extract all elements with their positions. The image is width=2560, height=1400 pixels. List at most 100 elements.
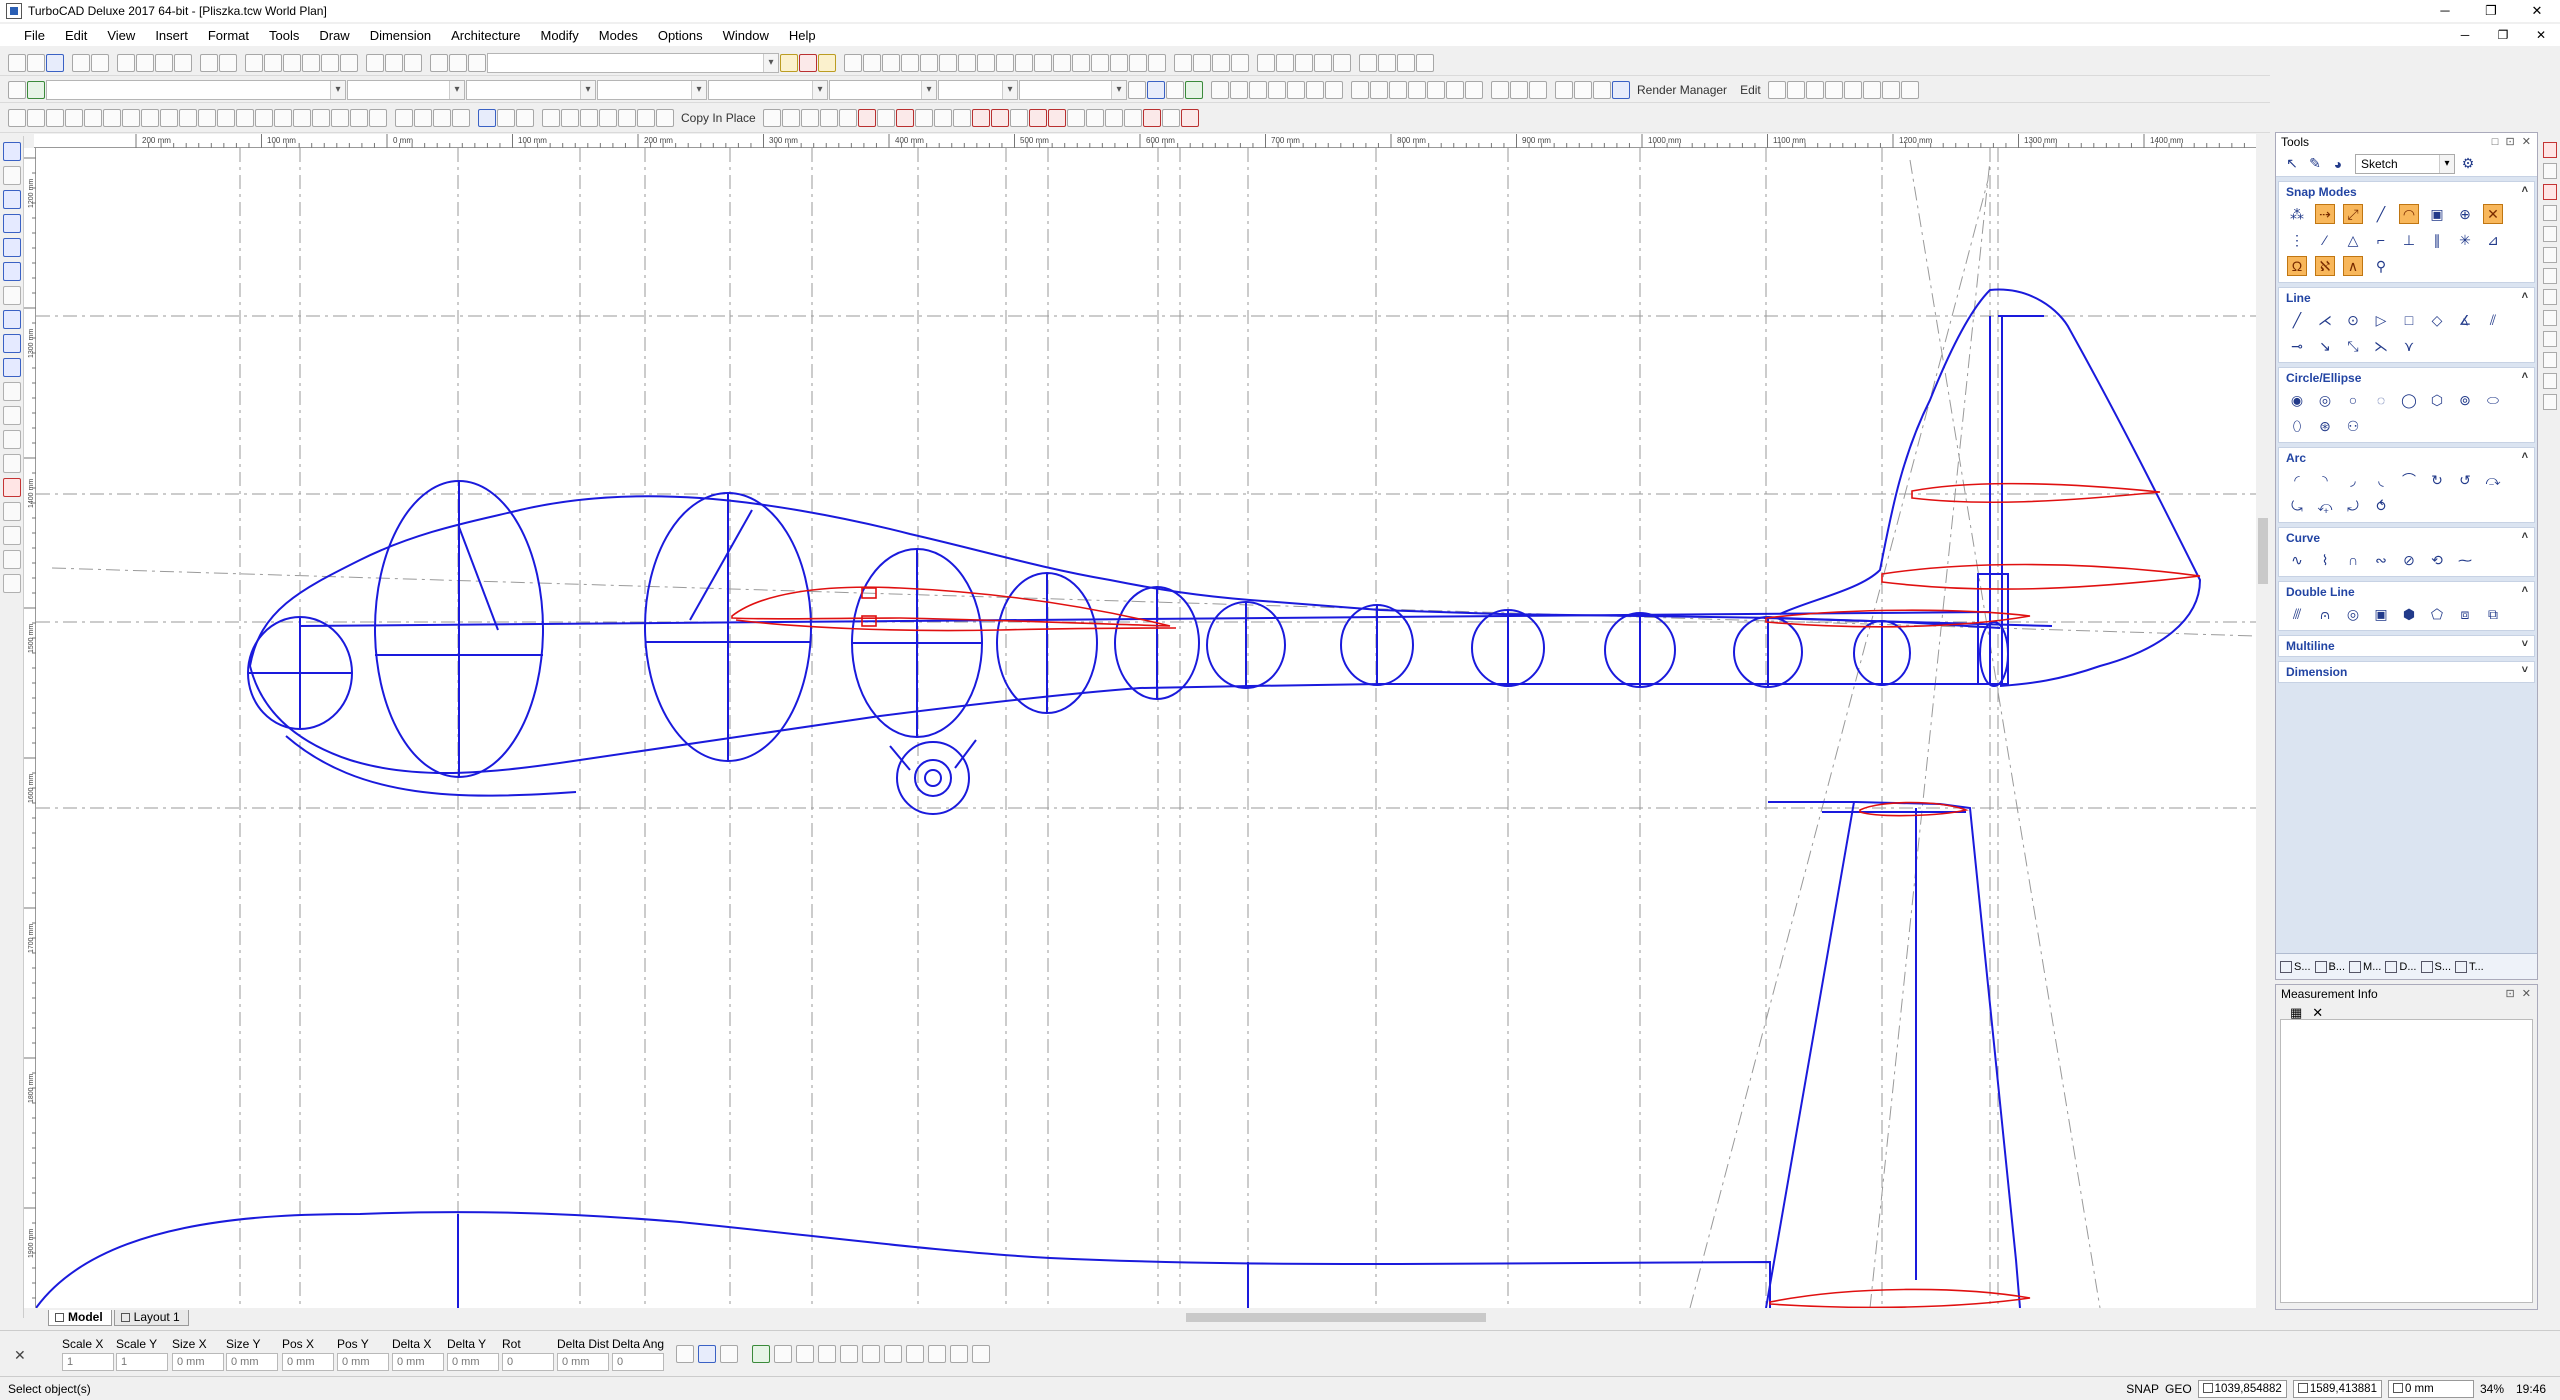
cut-icon[interactable] xyxy=(117,53,135,72)
snap-parallel-icon[interactable] xyxy=(1072,53,1090,72)
view-back-icon[interactable] xyxy=(1408,80,1426,99)
menu-modes[interactable]: Modes xyxy=(589,28,648,43)
render-wire-icon[interactable] xyxy=(1211,80,1229,99)
curve-helix-icon[interactable]: ⟲ xyxy=(2427,550,2447,570)
fillet-icon[interactable] xyxy=(293,109,311,127)
tangent-line-icon[interactable] xyxy=(838,109,857,127)
snap-toggle-icon[interactable] xyxy=(774,1345,792,1363)
zoom-out-icon[interactable] xyxy=(264,53,282,72)
modify-tool-icon[interactable] xyxy=(2,358,21,377)
pos-x-input[interactable]: 0 mm xyxy=(282,1353,334,1371)
layer-combo[interactable] xyxy=(46,79,346,100)
minimize-button[interactable]: ─ xyxy=(2422,0,2468,22)
menu-view[interactable]: View xyxy=(97,28,145,43)
expand-chevron-icon[interactable]: ˅ xyxy=(2522,638,2528,650)
scale-x-input[interactable]: 1 xyxy=(62,1353,114,1371)
measure-tool-icon[interactable] xyxy=(2,526,21,545)
arrow-strip-icon[interactable] xyxy=(2543,163,2557,179)
shrink-icon[interactable] xyxy=(1009,109,1028,127)
menu-insert[interactable]: Insert xyxy=(145,28,198,43)
selector-icon[interactable] xyxy=(404,53,422,72)
explorer-icon[interactable] xyxy=(799,53,817,72)
arc-tangent-icon[interactable]: ⌒ xyxy=(2399,470,2419,490)
inspector-close-icon[interactable]: ✕ xyxy=(14,1347,26,1364)
break-icon[interactable] xyxy=(914,109,933,127)
menu-tools[interactable]: Tools xyxy=(259,28,309,43)
split-icon[interactable] xyxy=(952,109,971,127)
sweep-icon[interactable] xyxy=(350,109,368,127)
palette-tab-design[interactable]: D... xyxy=(2385,960,2417,973)
zoom-all-icon[interactable] xyxy=(321,53,339,72)
section-header[interactable]: Dimension ˅ xyxy=(2279,662,2534,682)
section-header[interactable]: Arc ˄ xyxy=(2279,448,2534,468)
osnap-toggle-icon[interactable] xyxy=(796,1345,814,1363)
perpendicular-line-icon[interactable]: ⤡ xyxy=(2343,336,2363,356)
snap-none-icon[interactable] xyxy=(1148,53,1166,72)
render-lightworks-icon[interactable] xyxy=(1325,80,1343,99)
save-icon[interactable] xyxy=(46,53,64,72)
scale-y-input[interactable]: 1 xyxy=(116,1353,168,1371)
ellipse-bounded-icon[interactable]: ⚇ xyxy=(2343,416,2363,436)
render-quick-icon[interactable] xyxy=(1249,80,1267,99)
arc-fixed-icon[interactable]: ↺ xyxy=(2455,470,2475,490)
walk-icon[interactable] xyxy=(1491,80,1509,99)
workplane-icon[interactable] xyxy=(468,53,486,72)
camera-icon[interactable] xyxy=(1510,80,1528,99)
workspace-mode-select[interactable]: Sketch xyxy=(2355,153,2455,174)
arc-center-icon[interactable]: ◜ xyxy=(2287,470,2307,490)
snap-center-icon[interactable] xyxy=(901,53,919,72)
palette-blocks-icon[interactable] xyxy=(1276,53,1294,72)
menu-architecture[interactable]: Architecture xyxy=(441,28,530,43)
vertical-scrollbar[interactable] xyxy=(2256,134,2270,1310)
arc-start-end-icon[interactable]: ◟ xyxy=(2371,470,2391,490)
snap-grid-icon[interactable]: ⋮ xyxy=(2287,230,2307,250)
scale-combo[interactable] xyxy=(1019,79,1127,100)
view-bottom-icon[interactable] xyxy=(1446,80,1464,99)
tangent-arc-line-icon[interactable]: ↘ xyxy=(2315,336,2335,356)
hatch-tool-icon[interactable] xyxy=(2,310,21,329)
snap-apparent-icon[interactable] xyxy=(1015,53,1033,72)
arc-icon[interactable] xyxy=(857,109,876,127)
edit-bump-icon[interactable] xyxy=(1824,80,1843,99)
diamond-icon[interactable]: ◇ xyxy=(2427,310,2447,330)
collapse-chevron-icon[interactable]: ˄ xyxy=(2522,290,2528,302)
grid-toggle-icon[interactable] xyxy=(752,1345,770,1363)
parallel-line-icon[interactable]: ⫽ xyxy=(2483,310,2503,330)
lock-icon[interactable] xyxy=(1085,109,1104,127)
explode-icon[interactable] xyxy=(46,109,64,127)
snap-nearest-icon[interactable]: ⇢ xyxy=(2315,204,2335,224)
circle-two-point-icon[interactable]: ○ xyxy=(2343,390,2363,410)
palette-styles-icon[interactable] xyxy=(1333,53,1351,72)
horizontal-scroll-thumb[interactable] xyxy=(1186,1313,1486,1322)
snap-drawing-aid-icon[interactable] xyxy=(1110,53,1128,72)
palette-tab-tools[interactable]: T... xyxy=(2455,960,2484,973)
snap-perpendicular-icon[interactable] xyxy=(939,53,957,72)
delta-dist-input[interactable]: 0 mm xyxy=(557,1353,609,1371)
render-strip-icon[interactable] xyxy=(2543,142,2557,158)
options-icon[interactable] xyxy=(972,1345,990,1363)
format-painter-icon[interactable] xyxy=(174,53,192,72)
revolve-icon[interactable] xyxy=(331,109,349,127)
brush-combo[interactable] xyxy=(829,79,937,100)
edit-label[interactable]: Edit xyxy=(1734,83,1767,97)
move-icon[interactable] xyxy=(478,109,496,127)
collapse-chevron-icon[interactable]: ˄ xyxy=(2522,584,2528,596)
snap-align-icon[interactable]: ℵ xyxy=(2315,256,2335,276)
subtract-icon[interactable] xyxy=(198,109,216,127)
view-left-icon[interactable] xyxy=(1427,80,1445,99)
delta-x-input[interactable]: 0 mm xyxy=(392,1353,444,1371)
ungroup-icon[interactable] xyxy=(27,109,45,127)
curve-through-icon[interactable]: ∩ xyxy=(2343,550,2363,570)
mdi-restore-button[interactable]: ❐ xyxy=(2484,24,2522,46)
palette-tab-blocks[interactable]: B... xyxy=(2314,960,2345,973)
section-header[interactable]: Line ˄ xyxy=(2279,288,2534,308)
render-hidden-icon[interactable] xyxy=(1230,80,1248,99)
view-iso-se-icon[interactable] xyxy=(1465,80,1483,99)
snap-quadrant-icon[interactable]: Ω xyxy=(2287,256,2307,276)
sphere-icon[interactable] xyxy=(2,382,21,401)
snap-extension-icon[interactable] xyxy=(1053,53,1071,72)
render-icon[interactable] xyxy=(1555,80,1573,99)
snap-angle-icon[interactable]: ∧ xyxy=(2343,256,2363,276)
snap-grid-icon[interactable] xyxy=(844,53,862,72)
layers-icon[interactable] xyxy=(430,53,448,72)
